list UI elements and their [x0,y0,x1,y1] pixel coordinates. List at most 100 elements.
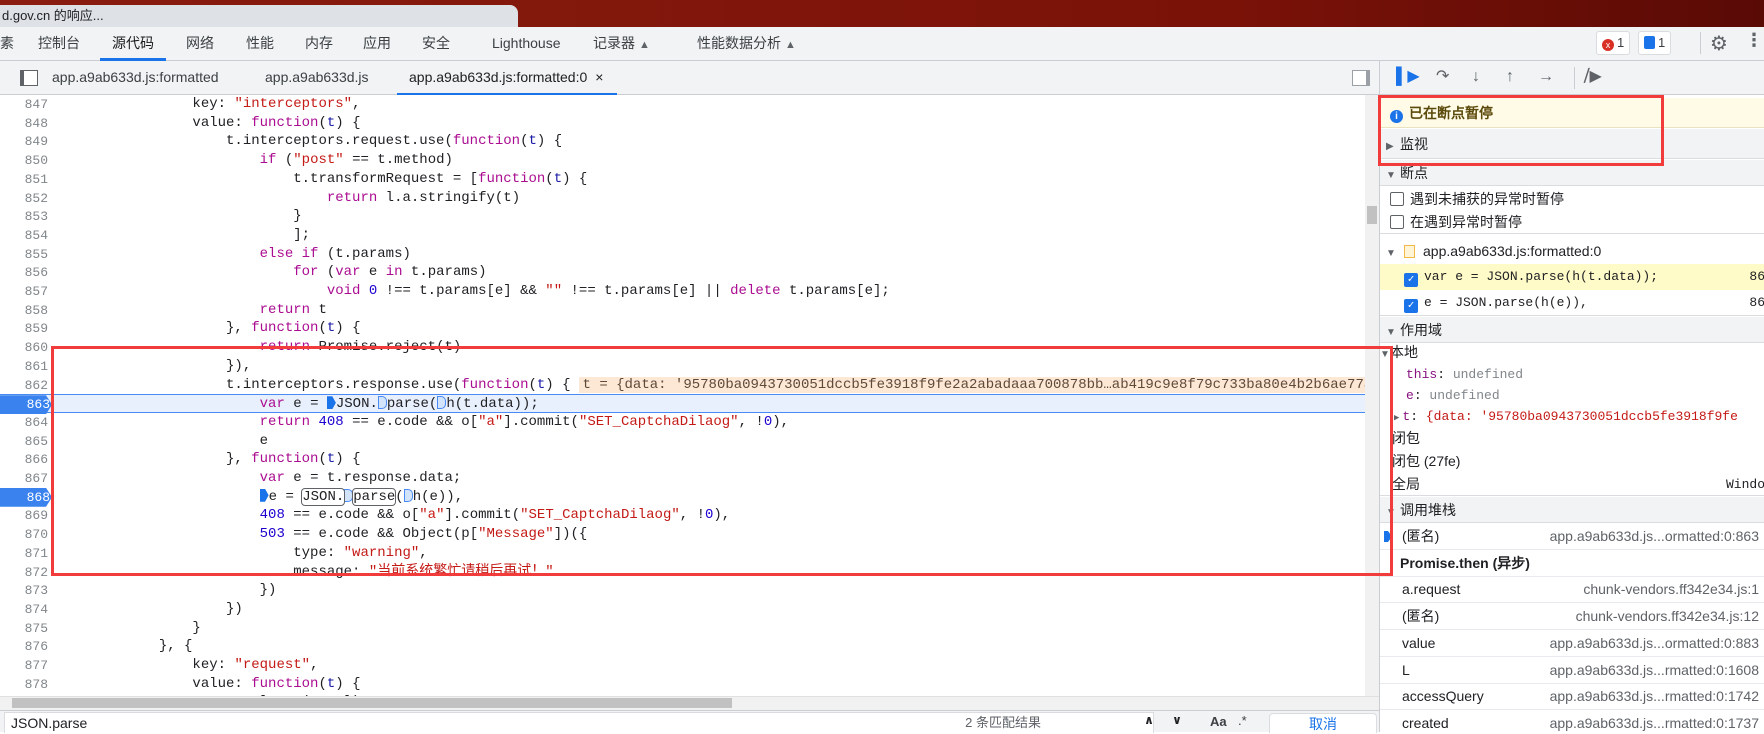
previous-match-button[interactable]: ∧ [1138,713,1160,733]
code-line[interactable]: 877 key: "request", [0,656,1365,675]
pause-caught-option[interactable]: 在遇到异常时暂停 [1380,211,1764,234]
code-line[interactable]: 859 }, function(t) { [0,319,1365,338]
line-number[interactable]: 871 [0,544,50,563]
code-line[interactable]: 854 ]; [0,226,1365,245]
line-number[interactable]: 861 [0,357,50,376]
line-number[interactable]: 851 [0,170,50,189]
line-number[interactable]: 878 [0,675,50,694]
scope-section-header[interactable]: ▼ 作用域 [1380,317,1764,343]
tab-performance-insights[interactable]: 性能数据分析 ▲ [697,27,796,60]
messages-badge[interactable]: 1 [1638,31,1672,55]
step-icon[interactable]: → [1538,67,1554,87]
pause-uncaught-checkbox[interactable] [1390,192,1404,206]
breakpoint-item[interactable]: ✓ var e = JSON.parse(h(t.data)); 86 [1380,264,1764,290]
callstack-section-header[interactable]: ▼ 调用堆栈 [1380,497,1764,523]
breakpoint-line-number[interactable]: 863 [0,395,52,414]
breakpoint-line-number[interactable]: 868 [0,488,52,507]
call-frame[interactable]: a.request chunk-vendors.ff342e34.js:1 [1380,576,1764,604]
tab-recorder[interactable]: 记录器 ▲ [593,27,650,60]
breakpoint-checkbox[interactable]: ✓ [1404,273,1418,287]
frame-location[interactable]: chunk-vendors.ff342e34.js:1 [1583,576,1759,602]
line-number[interactable]: 864 [0,413,50,432]
code-line[interactable]: 848 value: function(t) { [0,114,1365,133]
line-number[interactable]: 853 [0,207,50,226]
line-number[interactable]: 849 [0,132,50,151]
line-number[interactable]: 867 [0,469,50,488]
scope-var[interactable]: e: undefined [1380,385,1764,406]
line-number[interactable]: 847 [0,95,50,114]
horizontal-scroll-thumb[interactable] [12,698,732,708]
tab-network[interactable]: 网络 [186,27,214,60]
errors-badge[interactable]: x1 [1596,31,1631,55]
tab-memory[interactable]: 内存 [305,27,333,60]
scope-closure[interactable]: 闭包 [1380,427,1764,450]
line-number[interactable]: 857 [0,282,50,301]
file-tab[interactable]: app.a9ab633d.js:formatted [52,61,219,94]
line-number[interactable]: 872 [0,563,50,582]
line-number[interactable]: 859 [0,319,50,338]
deactivate-breakpoints-icon[interactable]: ⧸▶ [1584,67,1602,87]
regex-button[interactable]: .* [1238,713,1247,728]
line-number[interactable]: 862 [0,376,50,395]
frame-location[interactable]: app.a9ab633d.js...ormatted:0:863 [1550,523,1759,549]
toggle-debugger-icon[interactable] [1352,70,1370,86]
settings-gear-icon[interactable]: ⚙ [1710,31,1728,56]
toggle-navigator-icon[interactable] [20,70,38,86]
code-line[interactable]: 852 return l.a.stringify(t) [0,189,1365,208]
code-line[interactable]: 849 t.interceptors.request.use(function(… [0,132,1365,151]
line-number[interactable]: 873 [0,581,50,600]
step-over-icon[interactable]: ↷ [1436,67,1449,87]
line-number[interactable]: 876 [0,637,50,656]
step-into-icon[interactable]: ↓ [1472,67,1480,87]
close-tab-icon[interactable]: × [595,69,603,85]
frame-location[interactable]: chunk-vendors.ff342e34.js:12 [1576,603,1759,629]
line-number[interactable]: 855 [0,245,50,264]
code-line[interactable]: 856 for (var e in t.params) [0,263,1365,282]
file-tab[interactable]: app.a9ab633d.js [265,61,369,94]
call-frame[interactable]: accessQuery app.a9ab633d.js...rmatted:0:1… [1380,683,1764,711]
code-line[interactable]: 850 if ("post" == t.method) [0,151,1365,170]
tab-console[interactable]: 控制台 [38,27,80,60]
tab-security[interactable]: 安全 [422,27,450,60]
call-frame[interactable]: Lapp.a9ab633d.js...rmatted:0:1608 [1380,657,1764,684]
pause-caught-checkbox[interactable] [1390,215,1404,229]
frame-location[interactable]: app.a9ab633d.js...rmatted:0:1737 [1550,710,1759,732]
match-case-button[interactable]: Aa [1210,714,1227,729]
line-number[interactable]: 852 [0,189,50,208]
tab-elements[interactable]: 素 [0,27,14,60]
breakpoint-item[interactable]: ✓ e = JSON.parse(h(e)), 86 [1380,290,1764,316]
line-number[interactable]: 854 [0,226,50,245]
code-line[interactable]: 878 value: function(t) { [0,675,1365,694]
code-line[interactable]: 847 key: "interceptors", [0,95,1365,114]
more-options-icon[interactable]: ⋮ [1745,30,1763,51]
resume-icon[interactable]: ▌▶ [1396,67,1420,87]
frame-location[interactable]: app.a9ab633d.js...rmatted:0:1608 [1550,657,1759,683]
breakpoint-checkbox[interactable]: ✓ [1404,299,1418,313]
code-line[interactable]: 874 }) [0,600,1365,619]
browser-tab[interactable]: d.gov.cn 的响应... [0,5,518,27]
line-number[interactable]: 866 [0,450,50,469]
code-line[interactable]: 873 }) [0,581,1365,600]
code-line[interactable]: 876 }, { [0,637,1365,656]
code-line[interactable]: 857 void 0 !== t.params[e] && "" !== t.p… [0,282,1365,301]
scope-closure[interactable]: 闭包 (27fe) [1380,450,1764,473]
code-line[interactable]: 858 return t [0,301,1365,320]
tab-performance[interactable]: 性能 [246,27,274,60]
search-input[interactable]: JSON.parse 2 条匹配结果 [4,712,1154,733]
step-out-icon[interactable]: ↑ [1506,67,1514,87]
next-match-button[interactable]: ∨ [1166,713,1188,733]
line-number[interactable]: 877 [0,656,50,675]
tab-lighthouse[interactable]: Lighthouse [492,27,561,60]
line-number[interactable]: 848 [0,114,50,133]
code-line[interactable]: 851 t.transformRequest = [function(t) { [0,170,1365,189]
scope-local[interactable]: ▼本地 [1380,341,1764,364]
call-frame[interactable]: (匿名) chunk-vendors.ff342e34.js:12 [1380,603,1764,631]
line-number[interactable]: 860 [0,338,50,357]
code-line[interactable]: 855 else if (t.params) [0,245,1365,264]
line-number[interactable]: 850 [0,151,50,170]
call-frame[interactable]: value app.a9ab633d.js...ormatted:0:883 [1380,630,1764,657]
cancel-search-button[interactable]: 取消 [1269,713,1377,733]
line-number[interactable]: 865 [0,432,50,451]
line-number[interactable]: 869 [0,506,50,525]
line-number[interactable]: 858 [0,301,50,320]
